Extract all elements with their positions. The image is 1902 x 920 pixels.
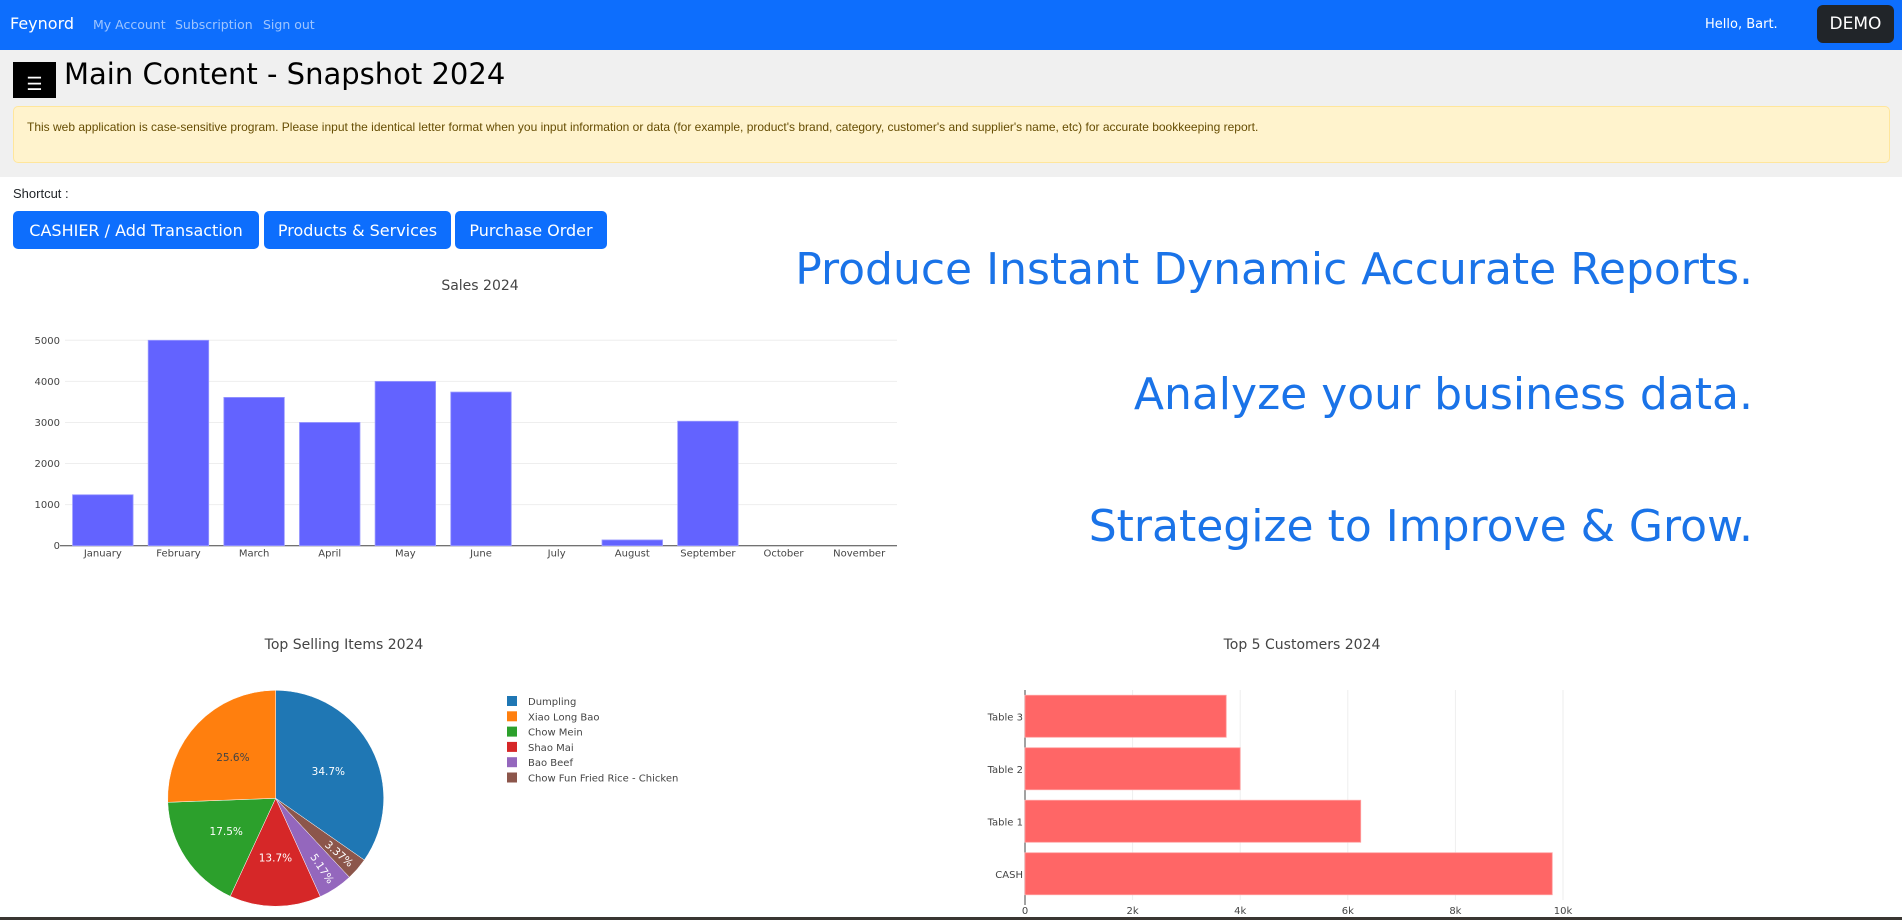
sales-bar — [72, 494, 134, 547]
customers-chart-title: Top 5 Customers 2024 — [1223, 637, 1381, 653]
sales-bar — [601, 539, 663, 547]
pie-legend-swatch — [507, 696, 517, 706]
pie-legend-label: Bao Beef — [528, 758, 573, 769]
customers-xtick-label: 6k — [1342, 906, 1354, 917]
pie-legend-label: Xiao Long Bao — [528, 712, 600, 723]
customer-bar — [1024, 799, 1362, 843]
pie-legend-label: Chow Mein — [528, 728, 583, 739]
pie-legend-swatch — [507, 741, 517, 752]
pie-slice — [167, 690, 276, 803]
sales-bar — [450, 391, 512, 547]
customer-bar — [1024, 852, 1553, 896]
sales-xtick-label: May — [395, 549, 416, 560]
sales-bar — [223, 397, 285, 547]
sales-ytick-label: 3000 — [35, 418, 60, 429]
pie-legend-label: Dumpling — [528, 697, 576, 708]
pie-slice-label: 34.7% — [312, 766, 345, 778]
sales-xtick-label: August — [615, 549, 650, 560]
sales-ytick-label: 5000 — [35, 336, 60, 347]
pie-legend-label: Chow Fun Fried Rice - Chicken — [528, 774, 678, 785]
customers-xtick-label: 2k — [1127, 906, 1139, 917]
sales-bar — [374, 380, 437, 547]
customers-ytick-label: Table 2 — [987, 765, 1023, 776]
top-customers-chart: Top 5 Customers 2024 0 2k 4k 6k 8k 10k CASH Tab… — [987, 637, 1573, 917]
sales-xtick-label: July — [547, 549, 566, 560]
sales-bar — [299, 422, 361, 547]
sales-ytick-label: 1000 — [35, 500, 60, 511]
customers-ytick-label: Table 3 — [987, 712, 1023, 723]
customers-xtick-label: 4k — [1234, 906, 1246, 917]
pie-slice-label: 25.6% — [216, 752, 249, 764]
sales-xtick-label: January — [83, 549, 122, 560]
sales-chart-title: Sales 2024 — [441, 278, 518, 294]
sales-ytick-label: 4000 — [35, 377, 60, 388]
pie-slice-label: 17.5% — [210, 826, 243, 838]
sales-chart: Sales 2024 January February March April May J… — [35, 278, 897, 560]
customers-xtick-label: 10k — [1554, 906, 1573, 917]
sales-xtick-label: June — [469, 549, 492, 560]
sales-ytick-label: 2000 — [35, 459, 60, 470]
sales-ytick-label: 0 — [54, 541, 60, 552]
customers-ytick-label: CASH — [995, 870, 1023, 881]
customers-xtick-label: 0 — [1022, 906, 1028, 917]
customer-bar — [1024, 694, 1227, 738]
customer-bar — [1024, 747, 1241, 791]
sales-xtick-label: April — [318, 549, 341, 560]
sales-xtick-label: October — [764, 549, 805, 560]
customers-ytick-label: Table 1 — [987, 817, 1023, 828]
sales-bar — [147, 339, 210, 547]
sales-xtick-label: September — [680, 549, 736, 560]
sales-xtick-label: November — [833, 549, 886, 560]
sales-xtick-label: February — [156, 549, 200, 560]
customers-xtick-label: 8k — [1449, 906, 1461, 917]
pie-legend-swatch — [507, 711, 517, 722]
sales-xtick-label: March — [239, 549, 269, 560]
pie-chart-title: Top Selling Items 2024 — [264, 637, 424, 653]
pie-slice-label: 13.7% — [259, 853, 292, 865]
charts-layer: Sales 2024 January February March April May J… — [35, 278, 1573, 917]
pie-legend-label: Shao Mai — [528, 743, 574, 754]
pie-legend-swatch — [507, 726, 517, 737]
pie-legend-swatch — [507, 772, 517, 783]
top-selling-pie-chart: Top Selling Items 2024 34.7%3.37%5.17%13… — [167, 637, 678, 907]
pie-legend-swatch — [507, 757, 517, 768]
sales-bar — [677, 420, 739, 547]
